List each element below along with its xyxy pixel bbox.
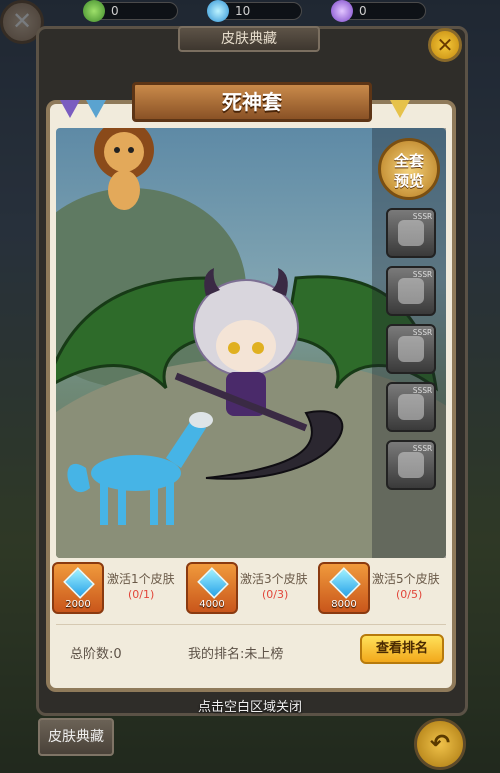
left-wing (56, 276, 218, 390)
reward-item[interactable]: 4000 (186, 562, 238, 614)
close-icon: ✕ (436, 33, 454, 57)
steed-part-icon (398, 336, 424, 362)
diamond-icon (207, 0, 229, 22)
reward-condition: 激活3个皮肤 (240, 572, 308, 586)
pennant-decoration (86, 100, 106, 118)
currency-value: 10 (235, 4, 251, 18)
close-hint: 点击空白区域关闭 (197, 700, 302, 715)
reward-progress: (0/5) (396, 588, 423, 601)
spirit-horse (67, 412, 213, 525)
skin-collection-tab[interactable]: 皮肤典藏 (38, 718, 114, 756)
diamond-icon (329, 567, 361, 599)
back-arrow-icon: ↶ (429, 729, 451, 757)
pennant-decoration (390, 100, 410, 118)
diamond-icon (197, 567, 229, 599)
reward-amount: 2000 (65, 599, 91, 610)
currency-bar: 0 10 0 (0, 0, 500, 22)
character-part-icon (398, 220, 424, 246)
currency-clover: 0 (83, 0, 178, 22)
reward-progress: (0/1) (128, 588, 155, 601)
back-button[interactable]: ↶ (414, 718, 466, 770)
currency-gem: 0 (331, 0, 426, 22)
reward-item[interactable]: 2000 (52, 562, 104, 614)
reward-progress: (0/3) (262, 588, 289, 601)
total-level: 总阶数:0 (70, 647, 122, 662)
preview-label: 全套 (393, 152, 424, 170)
full-set-preview-button[interactable]: 全套 预览 (378, 138, 440, 200)
part-thumb-bear[interactable]: SSSR (386, 440, 436, 490)
reward-item[interactable]: 8000 (318, 562, 370, 614)
purple-gem-icon (331, 0, 353, 22)
lion-mascot (94, 128, 154, 210)
close-collection-button[interactable]: ✕ (428, 28, 462, 62)
reward-amount: 4000 (199, 599, 225, 610)
pennant-decoration (60, 100, 80, 118)
reaper-girl (193, 268, 299, 416)
divider (56, 624, 446, 625)
reward-condition: 激活1个皮肤 (107, 572, 175, 586)
part-thumb-character[interactable]: SSSR (386, 208, 436, 258)
view-ranking-button[interactable]: 查看排名 (360, 634, 444, 664)
wings-part-icon (398, 394, 424, 420)
reward-condition: 激活5个皮肤 (372, 572, 440, 586)
part-thumb-wings[interactable]: SSSR (386, 382, 436, 432)
currency-diamond: 10 (207, 0, 302, 22)
reward-amount: 8000 (331, 599, 357, 610)
clover-coin-icon (83, 0, 105, 22)
part-thumb-steed[interactable]: SSSR (386, 324, 436, 374)
currency-value: 0 (359, 4, 367, 18)
set-title-banner: 死神套 (132, 82, 372, 122)
preview-label: 预览 (393, 172, 424, 190)
scythe-part-icon (398, 278, 424, 304)
my-rank: 我的排名:未上榜 (188, 647, 284, 662)
bear-part-icon (398, 452, 424, 478)
diamond-icon (63, 567, 95, 599)
collection-title: 皮肤典藏 (178, 26, 320, 52)
part-thumb-scythe[interactable]: SSSR (386, 266, 436, 316)
currency-value: 0 (111, 4, 119, 18)
